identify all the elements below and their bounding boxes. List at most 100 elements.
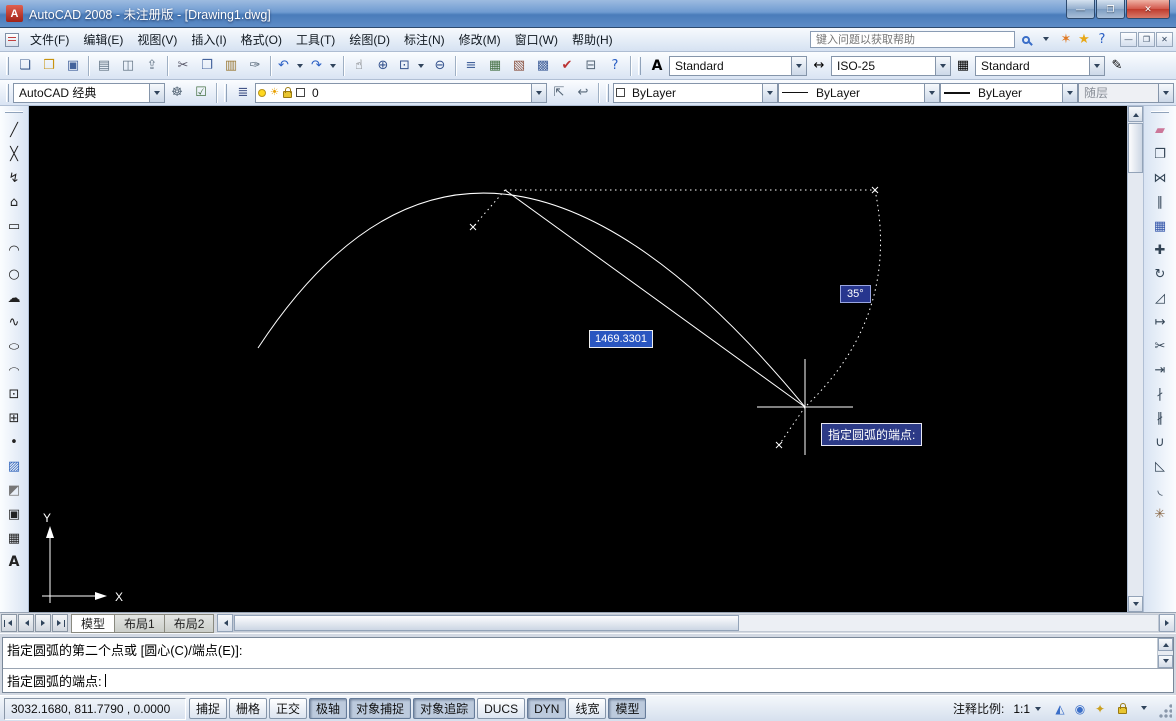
text-style-icon[interactable]: A	[645, 54, 669, 77]
auto-annotation-icon[interactable]: ✦	[1090, 699, 1110, 719]
new-button[interactable]: ❏	[13, 54, 37, 77]
chamfer-tool-button[interactable]: ◺	[1148, 454, 1172, 478]
linetype-combo[interactable]: ByLayer	[778, 83, 940, 103]
insert-block-tool-button[interactable]: ⊡	[2, 382, 26, 406]
dynamic-input-length-field[interactable]: 1469.3301	[589, 330, 653, 348]
publish-button[interactable]: ⇪	[140, 54, 164, 77]
mdi-close-button[interactable]: ✕	[1156, 32, 1173, 47]
combo-arrow-icon[interactable]	[762, 84, 777, 102]
tab-next-button[interactable]	[35, 614, 51, 632]
combo-arrow-icon[interactable]	[935, 57, 950, 75]
toolbar-grip[interactable]	[6, 84, 9, 102]
combo-arrow-icon[interactable]	[1089, 57, 1104, 75]
workspace-combo[interactable]: AutoCAD 经典	[13, 83, 165, 103]
model-toggle[interactable]: 模型	[608, 698, 646, 719]
snap-toggle[interactable]: 捕捉	[189, 698, 227, 719]
polygon-tool-button[interactable]: ⌂	[2, 190, 26, 214]
designcenter-button[interactable]: ▦	[483, 54, 507, 77]
annotation-scale-combo[interactable]: 1:1	[1008, 699, 1048, 719]
zoom-realtime-button[interactable]: ⊕	[371, 54, 395, 77]
toolbar-grip[interactable]	[6, 57, 9, 75]
menu-item[interactable]: 窗口(W)	[508, 28, 565, 51]
help-button[interactable]: ?	[603, 54, 627, 77]
table-style-icon[interactable]: ▦	[951, 54, 975, 77]
scale-tool-button[interactable]: ◿	[1148, 286, 1172, 310]
osnap-toggle[interactable]: 对象捕捉	[349, 698, 411, 719]
plot-preview-button[interactable]: ◫	[116, 54, 140, 77]
help-search-input[interactable]	[810, 31, 1015, 48]
minimize-button[interactable]: —	[1066, 0, 1095, 19]
menu-item[interactable]: 工具(T)	[289, 28, 342, 51]
properties-button[interactable]: ≡	[459, 54, 483, 77]
maximize-button[interactable]: ❐	[1096, 0, 1125, 19]
rectangle-tool-button[interactable]: ▭	[2, 214, 26, 238]
dyn-toggle[interactable]: DYN	[527, 698, 566, 719]
vertical-scroll-track[interactable]	[1128, 122, 1143, 596]
infocenter-help-icon[interactable]: ?	[1093, 31, 1111, 49]
toolpalettes-button[interactable]: ▧	[507, 54, 531, 77]
make-object-layer-current-button[interactable]: ⇱	[547, 81, 571, 104]
arc-tool-button[interactable]: ◠	[2, 238, 26, 262]
grid-toggle[interactable]: 栅格	[229, 698, 267, 719]
stretch-tool-button[interactable]: ↦	[1148, 310, 1172, 334]
pencil-icon[interactable]: ✎	[1105, 54, 1129, 77]
lwt-toggle[interactable]: 线宽	[568, 698, 606, 719]
undo-button[interactable]: ↶	[274, 54, 307, 77]
redo-button[interactable]: ↷	[307, 54, 340, 77]
mtext-tool-button[interactable]: A	[2, 550, 26, 574]
status-menu-arrow[interactable]	[1134, 699, 1154, 719]
ducs-toggle[interactable]: DUCS	[477, 698, 525, 719]
coordinates-display[interactable]: 3032.1680, 811.7790 , 0.0000	[4, 698, 186, 720]
horizontal-scrollbar[interactable]	[217, 614, 1175, 632]
annotation-scale-icon[interactable]: ◭	[1050, 699, 1070, 719]
color-combo[interactable]: ByLayer	[613, 83, 778, 103]
array-tool-button[interactable]: ▦	[1148, 214, 1172, 238]
mdi-restore-button[interactable]: ❐	[1138, 32, 1155, 47]
make-block-tool-button[interactable]: ⊞	[2, 406, 26, 430]
vertical-scrollbar[interactable]	[1127, 106, 1143, 612]
quickcalc-button[interactable]: ⊟	[579, 54, 603, 77]
break-at-point-tool-button[interactable]: ∤	[1148, 382, 1172, 406]
mirror-tool-button[interactable]: ⋈	[1148, 166, 1172, 190]
lineweight-combo[interactable]: ByLayer	[940, 83, 1078, 103]
offset-tool-button[interactable]: ∥	[1148, 190, 1172, 214]
combo-arrow-icon[interactable]	[149, 84, 164, 102]
erase-tool-button[interactable]: ▰	[1148, 118, 1172, 142]
scroll-up-button[interactable]	[1128, 106, 1143, 122]
menu-item[interactable]: 修改(M)	[452, 28, 508, 51]
horizontal-scroll-track[interactable]	[233, 614, 1159, 632]
combo-arrow-icon[interactable]	[924, 84, 939, 102]
menu-item[interactable]: 绘图(D)	[342, 28, 397, 51]
combo-arrow-icon[interactable]	[531, 84, 546, 102]
combo-arrow-icon[interactable]	[791, 57, 806, 75]
copy-tool-button[interactable]: ❐	[1148, 142, 1172, 166]
copy-clip-button[interactable]: ❐	[195, 54, 219, 77]
sheetset-button[interactable]: ▩	[531, 54, 555, 77]
trim-tool-button[interactable]: ✂	[1148, 334, 1172, 358]
command-history[interactable]: 指定圆弧的第二个点或 [圆心(C)/端点(E)]:	[3, 638, 1173, 669]
construction-line-tool-button[interactable]: ╳	[2, 142, 26, 166]
tab-prev-button[interactable]	[18, 614, 34, 632]
tab-last-button[interactable]	[52, 614, 68, 632]
zoom-previous-button[interactable]: ⊖	[428, 54, 452, 77]
menu-item[interactable]: 标注(N)	[397, 28, 452, 51]
plot-button[interactable]: ▤	[92, 54, 116, 77]
horizontal-scroll-thumb[interactable]	[234, 615, 739, 631]
mdi-minimize-button[interactable]: —	[1120, 32, 1137, 47]
toolbar-grip[interactable]	[1151, 111, 1169, 113]
text-style-combo[interactable]: Standard	[669, 56, 807, 76]
join-tool-button[interactable]: ∪	[1148, 430, 1172, 454]
paste-button[interactable]: ▥	[219, 54, 243, 77]
cut-button[interactable]: ✂	[171, 54, 195, 77]
command-scroll-track[interactable]	[1158, 651, 1173, 655]
point-tool-button[interactable]: •	[2, 430, 26, 454]
zoom-window-button[interactable]: ⊡	[395, 54, 428, 77]
polyline-tool-button[interactable]: ↯	[2, 166, 26, 190]
circle-tool-button[interactable]: ○	[2, 262, 26, 286]
revision-cloud-tool-button[interactable]: ☁	[2, 286, 26, 310]
favorites-star-icon[interactable]: ★	[1075, 31, 1093, 49]
menu-item[interactable]: 文件(F)	[23, 28, 76, 51]
communication-center-icon[interactable]: ✶	[1057, 31, 1075, 49]
combo-arrow-icon[interactable]	[1030, 702, 1045, 716]
command-input-line[interactable]: 指定圆弧的端点:	[3, 669, 1173, 692]
